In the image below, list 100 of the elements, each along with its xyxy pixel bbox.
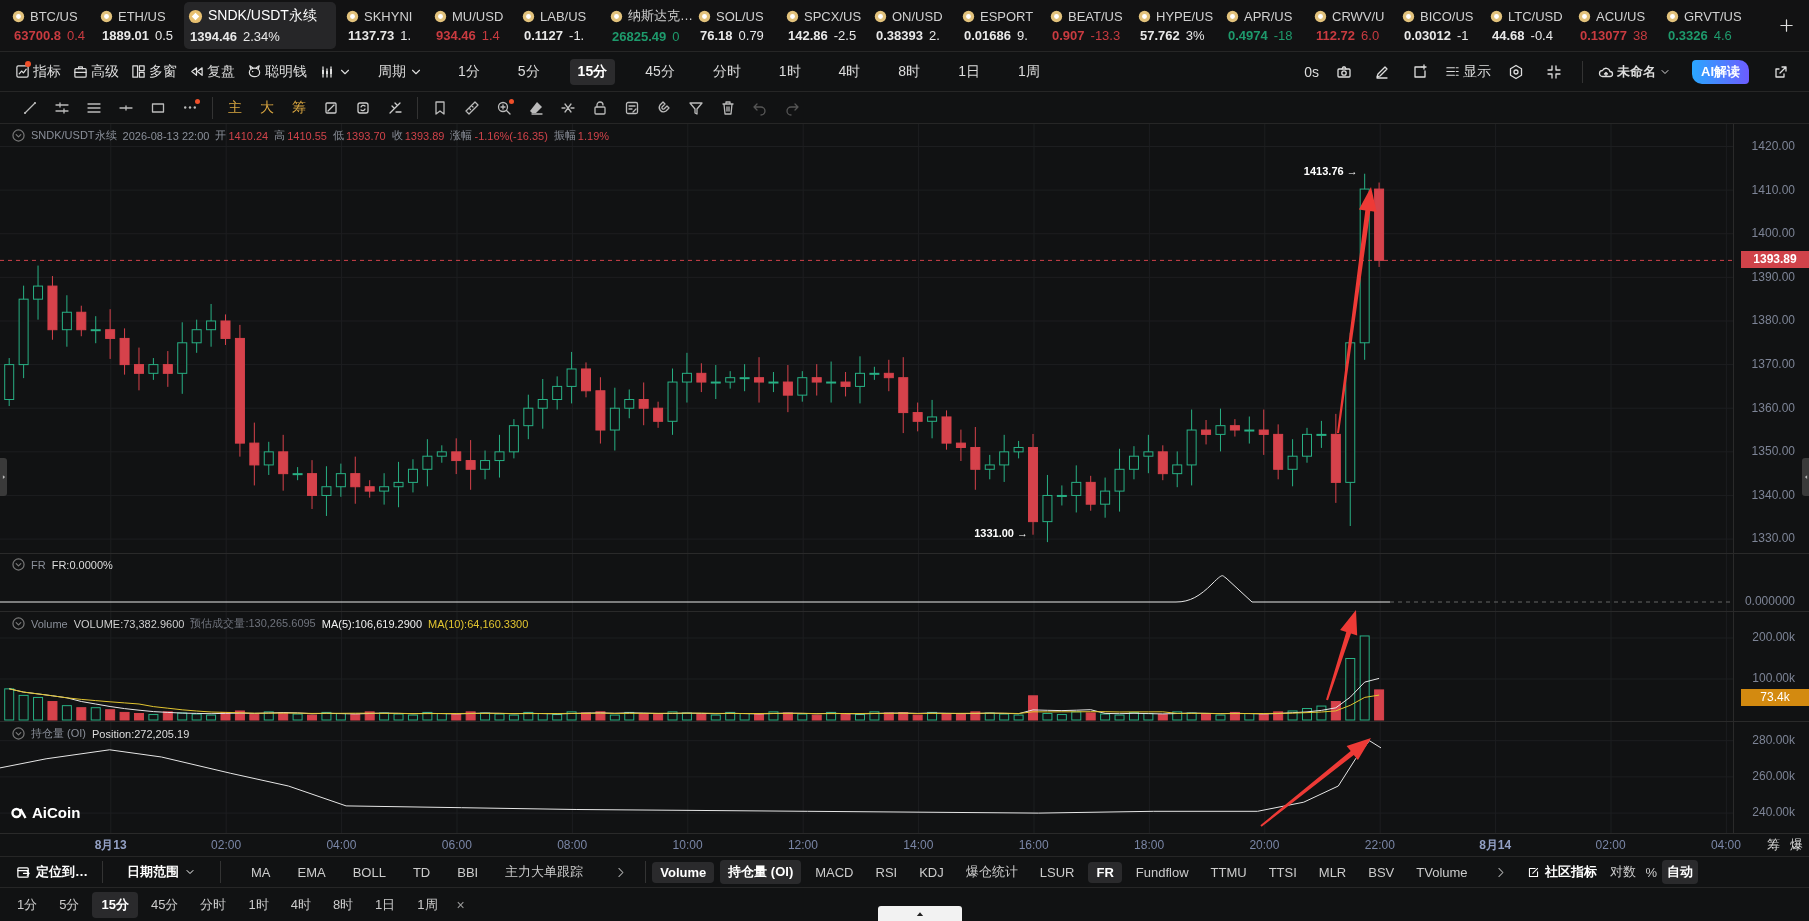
ticker-symbol: MU/USD <box>452 8 504 24</box>
axis-label: 1390.00 <box>1751 268 1795 286</box>
indicator-tab[interactable]: TTSI <box>1260 861 1305 883</box>
ticker-tab[interactable]: ON/USD 0.38393 2. <box>870 3 958 48</box>
period-tab[interactable]: 分时 <box>191 891 236 918</box>
corner-label[interactable]: 筹 <box>1767 836 1780 854</box>
indicator-tab[interactable]: RSI <box>867 861 906 883</box>
period-tab[interactable]: 5分 <box>50 891 89 918</box>
ticker-tab[interactable]: GRVT/US 0.3326 4.6 <box>1662 3 1750 48</box>
axis-label: 1400.00 <box>1751 225 1795 243</box>
period-tab[interactable]: 8时 <box>890 58 929 85</box>
period-tab[interactable]: 45分 <box>141 891 188 918</box>
period-tab[interactable]: 8时 <box>323 891 363 918</box>
ticker-symbol: SOL/US <box>716 8 764 24</box>
axis-label: 1330.00 <box>1751 530 1795 548</box>
close-button[interactable]: × <box>450 896 471 913</box>
indicator-tab[interactable]: MLR <box>1310 861 1355 883</box>
ticker-tab[interactable]: SPCX/US 142.86 -2.5 <box>782 3 870 48</box>
scale-option[interactable]: 对数 <box>1604 860 1641 884</box>
toolbar-button[interactable]: 复盘 <box>186 58 238 85</box>
indicator-tab[interactable]: 主力大单跟踪 <box>497 860 592 884</box>
indicator-tab[interactable]: MACD <box>807 861 862 883</box>
ticker-tab[interactable]: CRWV/U 112.72 6.0 <box>1310 3 1398 48</box>
ticker-price: 0.13077 <box>1580 27 1627 43</box>
indicator-tab[interactable]: BOLL <box>344 861 394 883</box>
indicator-reading: 预估成交量:130,265.6095 <box>190 616 316 631</box>
period-tab[interactable]: 1时 <box>770 58 809 85</box>
indicator-tab[interactable]: TD <box>404 861 439 883</box>
ticker-tab[interactable]: ESPORT 0.01686 9. <box>958 3 1046 48</box>
indicator-tab[interactable]: 爆仓统计 <box>957 860 1026 884</box>
ticker-tab[interactable]: BICO/US 0.03012 -1 <box>1398 3 1486 48</box>
time-label: 06:00 <box>440 838 473 852</box>
period-tab[interactable]: 4时 <box>281 891 320 918</box>
toolbar-button[interactable]: 指标 <box>12 58 64 85</box>
indicator-tab[interactable]: 持仓量 (OI) <box>720 860 802 884</box>
logo-text: AiCoin <box>32 804 81 821</box>
period-tab[interactable]: 15分 <box>569 58 616 85</box>
corner-label[interactable]: 爆 <box>1790 836 1803 854</box>
toolbar-button[interactable]: 高级 <box>70 58 122 85</box>
toolbar-button[interactable]: 多窗 <box>128 58 180 85</box>
ticker-tab[interactable]: ACU/US 0.13077 38 <box>1574 3 1662 48</box>
period-tab[interactable]: 分时 <box>704 58 749 85</box>
date-range-dropdown[interactable]: 日期范围 <box>119 860 204 884</box>
layout-name-button[interactable]: 未命名 <box>1595 58 1674 85</box>
text-tool[interactable]: 大 <box>251 95 283 120</box>
display-menu-button[interactable]: 显示 <box>1442 58 1494 85</box>
ticker-change: -1 <box>1457 27 1469 43</box>
period-tab[interactable]: 1分 <box>450 58 488 85</box>
text-tool[interactable]: 主 <box>219 95 251 120</box>
toolbar-button[interactable]: 聪明钱 <box>244 58 310 85</box>
axis-label: 1360.00 <box>1751 399 1795 417</box>
period-tab[interactable]: 1日 <box>366 891 405 918</box>
indicator-tab[interactable]: KDJ <box>911 861 952 883</box>
period-tab[interactable]: 1周 <box>408 891 447 918</box>
period-tab[interactable]: 45分 <box>637 58 683 85</box>
indicator-tab[interactable]: FR <box>1088 861 1122 883</box>
ticker-tab[interactable]: ETH/US 1889.01 0.5 <box>96 3 184 48</box>
ticker-price: 76.18 <box>700 27 733 43</box>
ticker-tab[interactable]: BTC/US 63700.8 0.4 <box>8 3 96 48</box>
period-tab[interactable]: 5分 <box>509 58 548 85</box>
ticker-change: -2.5 <box>833 27 857 43</box>
indicator-tab[interactable]: TTMU <box>1202 861 1255 883</box>
scale-option[interactable]: % <box>1640 861 1663 883</box>
indicator-tab[interactable]: BBI <box>449 861 487 883</box>
axis-label: 1340.00 <box>1751 486 1795 504</box>
ai-button[interactable]: AI解读 <box>1692 59 1749 84</box>
indicator-tab[interactable]: MA <box>243 861 279 883</box>
indicator-tab[interactable]: Fundflow <box>1127 861 1197 883</box>
text-tool[interactable]: 筹 <box>283 95 315 120</box>
indicator-tab[interactable]: TVolume <box>1408 861 1476 883</box>
high-price-label: 1413.76 → <box>1303 164 1358 177</box>
ticker-tab[interactable]: BEAT/US 0.907 -13.3 <box>1046 3 1134 48</box>
ticker-tab[interactable]: LTC/USD 44.68 -0.4 <box>1486 3 1574 48</box>
indicator-tab[interactable]: LSUR <box>1031 861 1083 883</box>
scale-option[interactable]: 自动 <box>1662 860 1699 884</box>
axis-label: 1380.00 <box>1751 312 1795 330</box>
ticker-tab[interactable]: SOL/US 76.18 0.79 <box>694 3 782 48</box>
ticker-tab[interactable]: LAB/US 0.1127 -1. <box>518 3 606 48</box>
period-tab[interactable]: 15分 <box>92 891 138 918</box>
indicator-reading: VOLUME:73,382.9600 <box>73 617 185 630</box>
period-dropdown[interactable]: 周期 <box>375 58 426 85</box>
period-tab[interactable]: 1时 <box>239 891 278 918</box>
ticker-tab[interactable]: MU/USD 934.46 1.4 <box>430 3 518 48</box>
period-tab[interactable]: 1周 <box>1009 58 1048 85</box>
ticker-tab[interactable]: SNDK/USDT永续 1394.46 2.34% <box>184 2 336 49</box>
ohlc-value: 1393.89 <box>404 129 445 142</box>
community-indicators-button[interactable]: 社区指标 <box>1518 860 1605 884</box>
ticker-tab[interactable]: 纳斯达克… 26825.49 0 <box>606 2 694 49</box>
indicator-tab[interactable]: EMA <box>289 861 334 883</box>
period-tab[interactable]: 1日 <box>950 58 988 85</box>
time-label: 04:00 <box>325 838 358 852</box>
indicator-tab[interactable]: BSV <box>1360 861 1403 883</box>
ticker-tab[interactable]: SKHYNI 1137.73 1. <box>342 3 430 48</box>
indicator-tab[interactable]: Volume <box>652 861 715 883</box>
period-tab[interactable]: 1分 <box>8 891 47 918</box>
period-tab[interactable]: 4时 <box>830 58 869 85</box>
ticker-tab[interactable]: APR/US 0.4974 -18 <box>1222 3 1310 48</box>
ticker-tab[interactable]: HYPE/US 57.762 3% <box>1134 3 1222 48</box>
locate-button[interactable]: 定位到… <box>8 860 96 884</box>
ticker-change: -13.3 <box>1090 27 1121 43</box>
